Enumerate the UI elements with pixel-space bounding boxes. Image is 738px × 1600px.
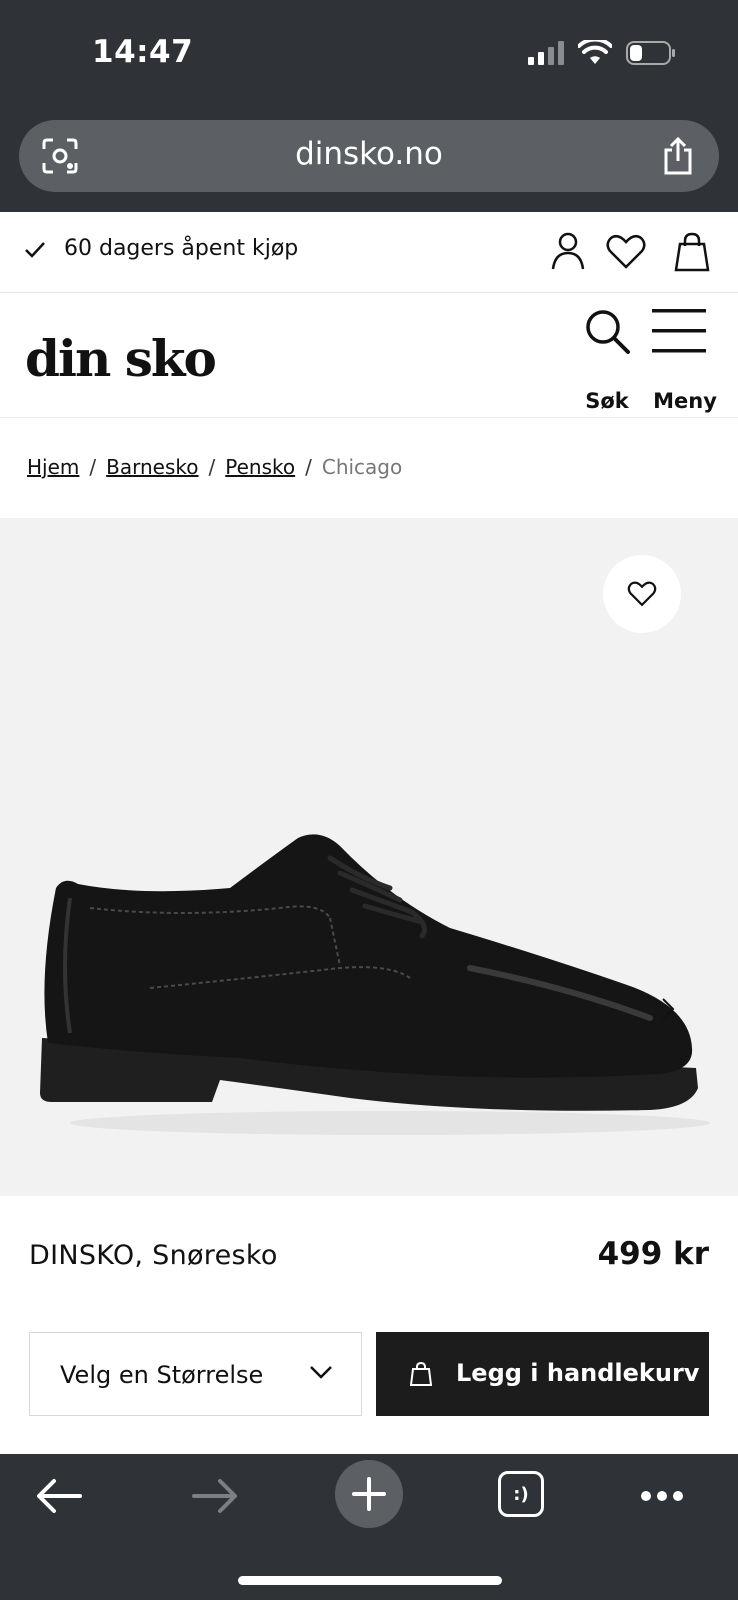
menu-button[interactable]: Meny [650,307,720,413]
status-time: 14:47 [92,34,194,70]
battery-icon [626,41,675,65]
wifi-icon [578,40,612,64]
tabs-button[interactable]: :) [498,1471,544,1517]
status-icons [528,40,676,66]
plus-icon[interactable] [352,1477,386,1511]
promo-bar: 60 dagers åpent kjøp [0,212,738,293]
home-indicator [238,1576,502,1585]
site-header: din sko Søk Meny [0,293,738,418]
product-image-gallery[interactable] [0,518,738,1196]
bag-icon [410,1362,432,1386]
breadcrumb-separator: / [208,455,216,479]
breadcrumb: Hjem / Barnesko / Pensko / Chicago [27,455,402,479]
bag-icon[interactable] [674,232,710,272]
forward-arrow-icon[interactable] [192,1478,238,1514]
heart-icon[interactable] [627,581,657,607]
browser-bottom-toolbar: :) [0,1454,738,1600]
account-icon[interactable] [551,232,585,270]
signal-icon [528,41,564,65]
browser-top-bar: 14:47 dinsko.no [0,0,738,212]
hamburger-icon[interactable] [650,307,708,355]
chevron-right-icon[interactable] [660,996,676,1022]
search-button[interactable]: Søk [578,307,636,413]
breadcrumb-separator: / [305,455,312,479]
heart-icon[interactable] [606,234,646,270]
product-image [40,834,710,1135]
check-icon [25,242,45,258]
add-to-wishlist-button[interactable] [603,555,681,633]
menu-label[interactable]: Meny [650,389,720,413]
add-to-cart-label[interactable]: Legg i handlekurv [456,1359,699,1387]
size-select-label[interactable]: Velg en Størrelse [60,1361,263,1389]
size-select[interactable]: Velg en Størrelse [29,1332,362,1416]
new-tab-button[interactable] [335,1460,403,1528]
breadcrumb-current: Chicago [321,455,403,479]
breadcrumb-item-barnesko[interactable]: Barnesko [106,455,198,479]
promo-text: 60 dagers åpent kjøp [64,236,299,261]
more-icon[interactable] [640,1490,684,1502]
search-label[interactable]: Søk [578,389,636,413]
breadcrumb-item-pensko[interactable]: Pensko [225,455,295,479]
add-to-cart-button[interactable]: Legg i handlekurv [376,1332,709,1416]
url-bar[interactable]: dinsko.no [19,120,719,192]
back-arrow-icon[interactable] [36,1478,82,1514]
chevron-down-icon[interactable] [309,1364,333,1380]
breadcrumb-item-home[interactable]: Hjem [27,455,79,479]
product-price: 499 kr [597,1236,709,1272]
product-name: DINSKO, Snøresko [29,1240,278,1271]
url-text[interactable]: dinsko.no [19,136,719,172]
site-logo[interactable]: din sko [25,329,217,388]
share-icon[interactable] [661,136,695,176]
breadcrumb-separator: / [89,455,97,479]
search-icon[interactable] [583,307,631,355]
